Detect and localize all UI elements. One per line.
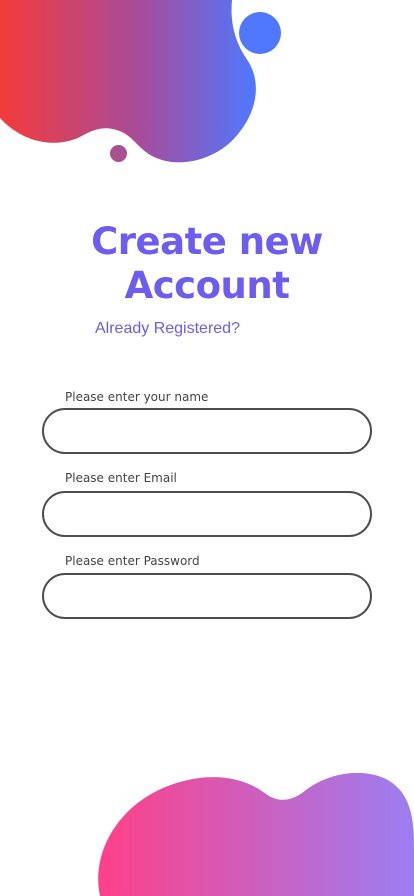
blue-dot-decoration (239, 12, 281, 54)
purple-dot-decoration (110, 145, 127, 162)
top-gradient-blob (0, 0, 256, 163)
bottom-gradient-blob (98, 772, 414, 896)
page-title: Create new Account (0, 220, 414, 308)
name-field-label: Please enter your name (65, 390, 209, 404)
name-field[interactable] (42, 408, 372, 454)
already-registered-link[interactable]: Already Registered? (95, 320, 240, 338)
title-line-1: Create new (91, 220, 323, 263)
password-field-label: Please enter Password (65, 554, 200, 568)
title-line-2: Account (124, 264, 290, 307)
email-field[interactable] (42, 491, 372, 537)
password-field[interactable] (42, 573, 372, 619)
email-field-label: Please enter Email (65, 471, 177, 485)
